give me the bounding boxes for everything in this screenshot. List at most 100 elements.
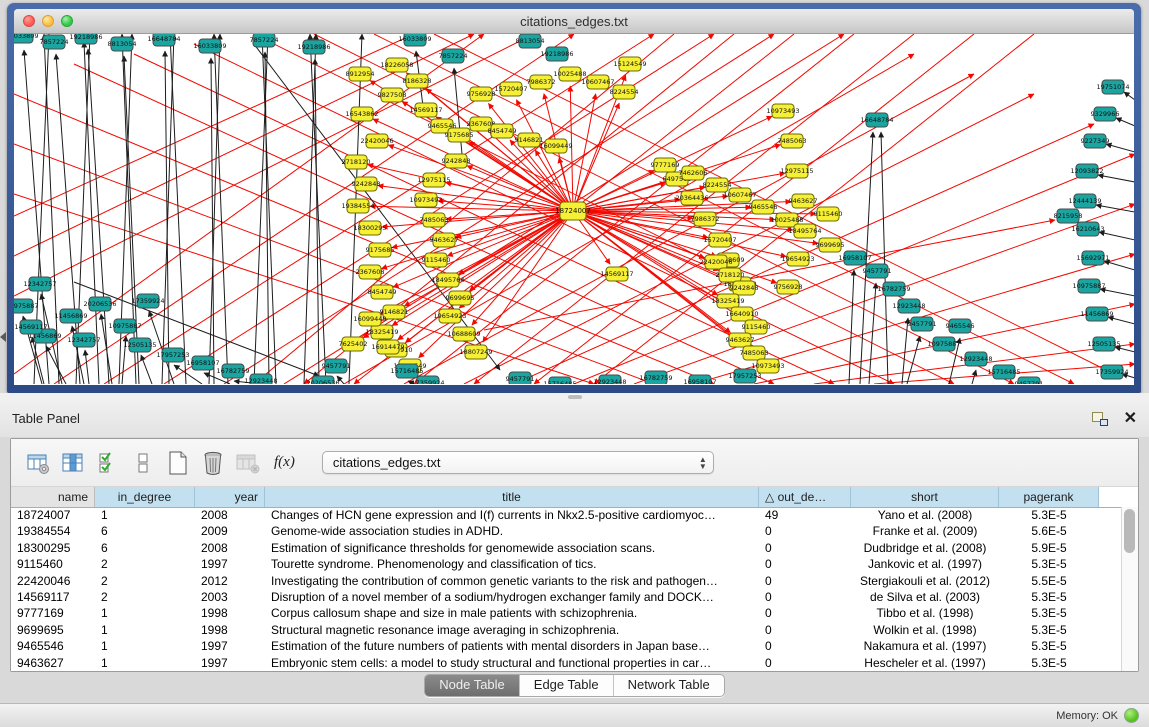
graph-node[interactable]: 16782759 xyxy=(639,371,672,384)
graph-node[interactable]: 12505135 xyxy=(123,338,156,352)
graph-node[interactable]: 2718120 xyxy=(342,155,371,169)
graph-node[interactable]: 18724007 xyxy=(555,202,591,220)
graph-node[interactable]: 15124549 xyxy=(613,57,646,71)
column-header-year[interactable]: year xyxy=(195,487,265,507)
graph-node[interactable]: 9463627 xyxy=(726,333,755,347)
graph-node[interactable]: 8813054 xyxy=(516,34,545,48)
graph-node[interactable]: 12975115 xyxy=(780,164,813,178)
graph-node[interactable]: 7986372 xyxy=(527,75,556,89)
graph-node[interactable]: 9175685 xyxy=(445,128,474,142)
graph-node[interactable]: 16958107 xyxy=(683,375,716,384)
graph-node[interactable]: 12093822 xyxy=(1070,164,1103,178)
graph-node[interactable]: 10975887 xyxy=(927,337,960,351)
graph-node[interactable]: 9242848 xyxy=(442,154,471,168)
graph-node[interactable]: 9457791 xyxy=(863,264,892,278)
graph-node[interactable]: 9115460 xyxy=(742,320,771,334)
close-window-icon[interactable] xyxy=(23,15,35,27)
create-column-icon[interactable] xyxy=(165,450,191,476)
graph-node[interactable]: 19218986 xyxy=(69,34,102,44)
graph-node[interactable]: 9242848 xyxy=(730,281,759,295)
graph-node[interactable]: 17359924 xyxy=(1095,365,1128,379)
graph-node[interactable]: 8813054 xyxy=(108,37,137,51)
function-builder-icon[interactable]: f(x) xyxy=(274,454,295,471)
column-header-out_de[interactable]: △ out_de… xyxy=(759,487,851,507)
graph-node[interactable]: 18495764 xyxy=(431,273,464,287)
panel-divider[interactable] xyxy=(0,393,1149,400)
graph-node[interactable]: 12923448 xyxy=(959,352,992,366)
graph-node[interactable]: 9115460 xyxy=(422,253,451,267)
table-mode-icon[interactable] xyxy=(25,450,51,476)
tab-network-table[interactable]: Network Table xyxy=(614,675,724,696)
graph-node[interactable]: 11456869 xyxy=(1080,307,1113,321)
graph-node[interactable]: 9699695 xyxy=(446,291,475,305)
graph-node[interactable]: 16782759 xyxy=(877,282,910,296)
graph-node[interactable]: 20206536 xyxy=(306,376,339,384)
graph-node[interactable]: 10973493 xyxy=(409,193,442,207)
graph-node[interactable]: 16033809 xyxy=(193,39,226,53)
graph-node[interactable]: 8215958 xyxy=(1054,209,1083,223)
close-panel-icon[interactable]: ✕ xyxy=(1124,412,1137,426)
graph-node[interactable]: 16648784 xyxy=(860,113,893,127)
delete-column-icon[interactable] xyxy=(200,450,226,476)
graph-node[interactable]: 10607467 xyxy=(581,75,614,89)
delete-table-icon[interactable] xyxy=(235,450,261,476)
graph-node[interactable]: 19218986 xyxy=(540,47,573,61)
divider-grip-icon[interactable] xyxy=(568,394,582,399)
tab-node-table[interactable]: Node Table xyxy=(425,675,520,696)
graph-node[interactable]: 18495764 xyxy=(788,224,821,238)
graph-node[interactable]: 7986372 xyxy=(691,212,720,226)
graph-node[interactable]: 16099449 xyxy=(539,139,572,153)
graph-node[interactable]: 10688609 xyxy=(447,327,480,341)
graph-node[interactable]: 8912954 xyxy=(346,67,375,81)
column-header-short[interactable]: short xyxy=(851,487,999,507)
graph-node[interactable]: 7857224 xyxy=(40,35,69,49)
minimize-window-icon[interactable] xyxy=(42,15,54,27)
graph-node[interactable]: 8224554 xyxy=(610,85,639,99)
graph-node[interactable]: 12923448 xyxy=(892,299,925,313)
graph-node[interactable]: 8454749 xyxy=(368,285,397,299)
graph-node[interactable]: 9329966 xyxy=(1091,107,1120,121)
graph-node[interactable]: 9463627 xyxy=(430,233,459,247)
graph-node[interactable]: 7485063 xyxy=(740,346,769,360)
control-panel-collapse-arrow-icon[interactable] xyxy=(0,332,6,342)
graph-node[interactable]: 16958107 xyxy=(186,356,219,370)
maximize-window-icon[interactable] xyxy=(61,15,73,27)
network-window-titlebar[interactable]: citations_edges.txt xyxy=(14,9,1134,34)
graph-node[interactable]: 8186328 xyxy=(403,74,432,88)
graph-node[interactable]: 8224554 xyxy=(703,178,732,192)
graph-node[interactable]: 18325419 xyxy=(711,294,744,308)
graph-node[interactable]: 9756928 xyxy=(467,87,496,101)
graph-node[interactable]: 12923448 xyxy=(593,375,626,384)
graph-node[interactable]: 14569117 xyxy=(409,103,442,117)
table-row[interactable]: 946362711997Embryonic stem cells: a mode… xyxy=(11,655,1122,671)
select-all-columns-icon[interactable] xyxy=(95,450,121,476)
graph-node[interactable]: 9457791 xyxy=(1015,377,1044,384)
graph-node[interactable]: 18325419 xyxy=(365,325,398,339)
scrollbar-thumb[interactable] xyxy=(1124,509,1135,553)
graph-node[interactable]: 7462606 xyxy=(679,166,708,180)
graph-node[interactable]: 8454749 xyxy=(488,124,517,138)
graph-node[interactable]: 9777169 xyxy=(651,158,680,172)
graph-node[interactable]: 9827508 xyxy=(378,88,407,102)
graph-node[interactable]: 10975887 xyxy=(14,299,39,313)
graph-node[interactable]: 12444139 xyxy=(1068,194,1101,208)
graph-node[interactable]: 19218986 xyxy=(297,40,330,54)
graph-node[interactable]: 10973493 xyxy=(751,359,784,373)
graph-node[interactable]: 9175685 xyxy=(366,243,395,257)
graph-node[interactable]: 9242848 xyxy=(352,177,381,191)
table-row[interactable]: 946554611997Estimation of the future num… xyxy=(11,638,1122,654)
graph-node[interactable]: 17957253 xyxy=(728,369,761,383)
graph-node[interactable]: 9465546 xyxy=(946,319,975,333)
graph-node[interactable]: 9227349 xyxy=(1081,134,1110,148)
column-header-in_degree[interactable]: in_degree xyxy=(95,487,195,507)
tab-edge-table[interactable]: Edge Table xyxy=(520,675,614,696)
graph-node[interactable]: 7857224 xyxy=(250,34,279,47)
graph-node[interactable]: 19654923 xyxy=(433,309,466,323)
graph-node[interactable]: 12342757 xyxy=(67,333,100,347)
graph-node[interactable]: 2718120 xyxy=(716,268,745,282)
graph-node[interactable]: 9699695 xyxy=(816,238,845,252)
graph-node[interactable]: 22420046 xyxy=(360,134,393,148)
graph-node[interactable]: 7485063 xyxy=(778,134,807,148)
show-columns-icon[interactable] xyxy=(60,450,86,476)
unselect-all-columns-icon[interactable] xyxy=(130,450,156,476)
